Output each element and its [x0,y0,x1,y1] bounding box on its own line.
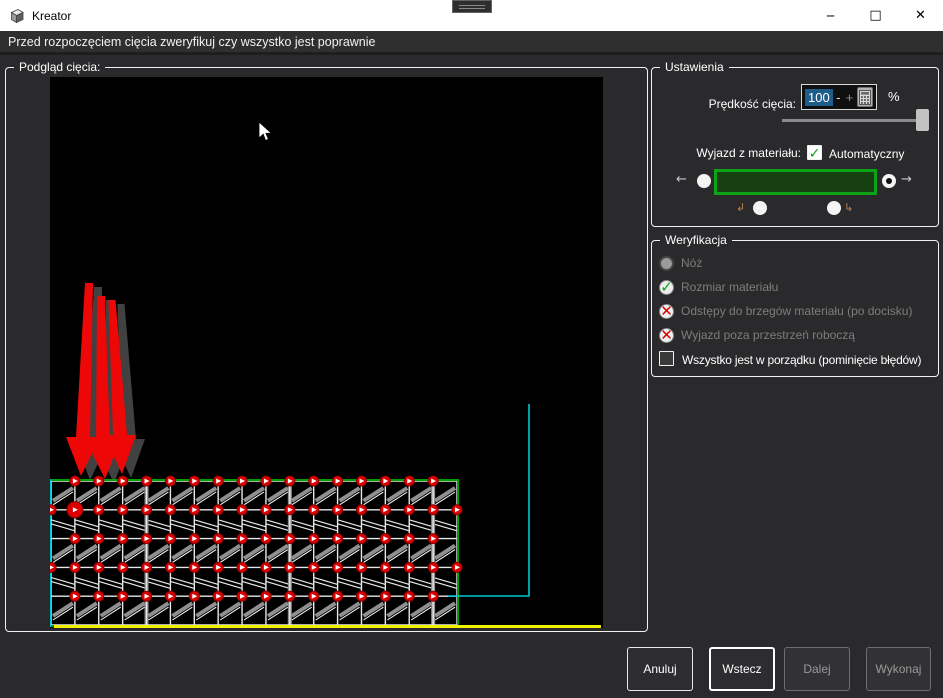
speed-label: Prędkość cięcia: [682,97,796,111]
percent-label: % [888,89,900,104]
maximize-button[interactable]: □ [853,0,898,31]
arrow-down-left-icon: ↲ [736,201,745,214]
preview-group-label: Podgląd cięcia: [14,60,105,74]
arrow-left-icon: ← [676,172,687,187]
verification-group-label: Weryfikacja [660,233,732,247]
arrow-right-icon: → [901,172,912,187]
calculator-icon [859,90,871,105]
app-icon [9,8,25,24]
gray-circle-icon [659,256,674,271]
titlebar[interactable]: Kreator ─ □ ✕ [0,0,943,31]
automatic-checkbox-label: Automatyczny [829,147,904,161]
ignore-errors-label: Wszystko jest w porządku (pominięcie błę… [682,353,921,367]
red-cross-icon: ✕ [659,328,674,343]
speed-input[interactable]: 100 - + [801,84,877,110]
exit-right-radio[interactable] [882,174,896,188]
speed-slider-track[interactable] [782,119,929,122]
automatic-checkbox[interactable] [807,145,822,160]
settings-group-label: Ustawienia [660,60,729,74]
speed-increment-button[interactable]: + [844,91,855,104]
red-cross-icon: ✕ [659,304,674,319]
cutting-preview-canvas[interactable] [50,77,603,628]
verification-item-label: Wyjazd poza przestrzeń roboczą [681,328,855,342]
mouse-cursor [258,121,273,143]
exit-down-left-radio[interactable] [753,201,767,215]
verification-item-label: Rozmiar materiału [681,280,778,294]
verification-item: ✕ Odstępy do brzegów materiału (po docisk… [659,301,912,321]
cancel-button[interactable]: Anuluj [627,647,693,691]
verification-item-label: Odstępy do brzegów materiału (po docisku… [681,304,912,318]
ignore-errors-checkbox[interactable] [659,351,674,366]
exit-left-radio[interactable] [697,174,711,188]
exit-down-right-radio[interactable] [827,201,841,215]
info-bar: Przed rozpoczęciem cięcia zweryfikuj czy… [0,31,943,55]
material-exit-label: Wyjazd z materiału: [660,146,801,160]
verification-item: ✕ Wyjazd poza przestrzeń roboczą [659,325,855,345]
close-button[interactable]: ✕ [898,0,943,31]
speed-slider-thumb[interactable] [916,109,929,131]
window-controls: ─ □ ✕ [808,0,943,31]
arrow-down-right-icon: ↳ [844,201,853,214]
cutting-preview-svg [50,77,603,628]
green-check-icon: ✓ [659,280,674,295]
verification-groupbox: Weryfikacja Nóż✓Rozmiar materiału✕Odstęp… [651,240,939,377]
back-button[interactable]: Wstecz [709,647,775,691]
minimize-button[interactable]: ─ [808,0,853,31]
next-button[interactable]: Dalej [784,647,850,691]
speed-decrement-button[interactable]: - [833,91,844,104]
settings-groupbox: Ustawienia Prędkość cięcia: 100 - + % Wy… [651,67,939,227]
speed-value[interactable]: 100 [805,89,833,106]
window-title: Kreator [32,9,71,23]
info-bar-text: Przed rozpoczęciem cięcia zweryfikuj czy… [8,35,376,49]
verification-item: Nóż [659,253,702,273]
execute-button[interactable]: Wykonaj [866,647,931,691]
verification-item: ✓ Rozmiar materiału [659,277,778,297]
calculator-button[interactable] [857,87,873,107]
overlay-handle[interactable] [452,0,492,13]
preview-groupbox: Podgląd cięcia: [5,67,648,632]
material-preview-rect [714,169,877,195]
verification-item-label: Nóż [681,256,702,270]
